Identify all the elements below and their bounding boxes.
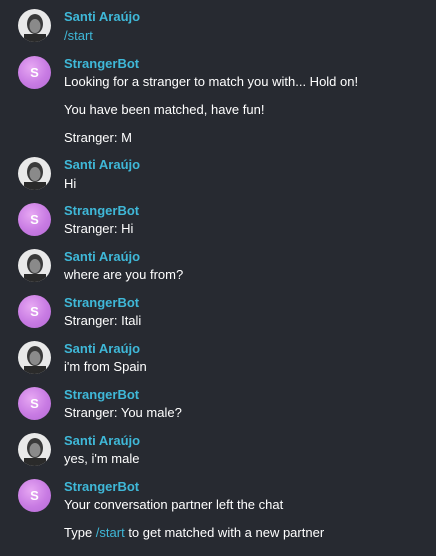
user-avatar[interactable] [18, 341, 51, 374]
message-text: Stranger: You male? [64, 405, 182, 420]
message-text: You have been matched, have fun! [64, 102, 265, 117]
avatar-initial: S [30, 488, 39, 503]
user-avatar[interactable] [18, 249, 51, 282]
bot-avatar[interactable]: S [18, 479, 51, 512]
sender-name[interactable]: StrangerBot [64, 295, 139, 310]
bot-avatar[interactable]: S [18, 56, 51, 89]
bot-avatar[interactable]: S [18, 203, 51, 236]
user-avatar[interactable] [18, 433, 51, 466]
chat-history: Santi Araújo /start S StrangerBot Lookin… [0, 0, 436, 556]
sender-name[interactable]: Santi Araújo [64, 433, 140, 448]
message-text: Stranger: M [64, 130, 132, 145]
user-avatar[interactable] [18, 157, 51, 190]
sender-name[interactable]: Santi Araújo [64, 341, 140, 356]
avatar-initial: S [30, 304, 39, 319]
avatar-initial: S [30, 65, 39, 80]
sender-name[interactable]: StrangerBot [64, 203, 139, 218]
message-text: yes, i'm male [64, 451, 140, 466]
text-prefix: Type [64, 525, 96, 540]
command-link[interactable]: /start [64, 28, 93, 43]
sender-name[interactable]: StrangerBot [64, 479, 139, 494]
avatar-initial: S [30, 396, 39, 411]
message-text-with-command: Type /start to get matched with a new pa… [64, 525, 324, 540]
bot-avatar[interactable]: S [18, 387, 51, 420]
avatar-initial: S [30, 212, 39, 227]
sender-name[interactable]: Santi Araújo [64, 157, 140, 172]
message-text: Stranger: Itali [64, 313, 142, 328]
user-avatar[interactable] [18, 9, 51, 42]
text-suffix: to get matched with a new partner [124, 525, 325, 540]
sender-name[interactable]: Santi Araújo [64, 9, 140, 24]
message-text: Stranger: Hi [64, 221, 134, 236]
message-text: Looking for a stranger to match you with… [64, 74, 359, 89]
message-text: i'm from Spain [64, 359, 147, 374]
sender-name[interactable]: StrangerBot [64, 387, 139, 402]
message-text: Your conversation partner left the chat [64, 497, 284, 512]
message-text: Hi [64, 176, 77, 191]
message-text: where are you from? [64, 267, 184, 282]
bot-avatar[interactable]: S [18, 295, 51, 328]
sender-name[interactable]: StrangerBot [64, 56, 139, 71]
command-link[interactable]: /start [96, 525, 125, 540]
sender-name[interactable]: Santi Araújo [64, 249, 140, 264]
